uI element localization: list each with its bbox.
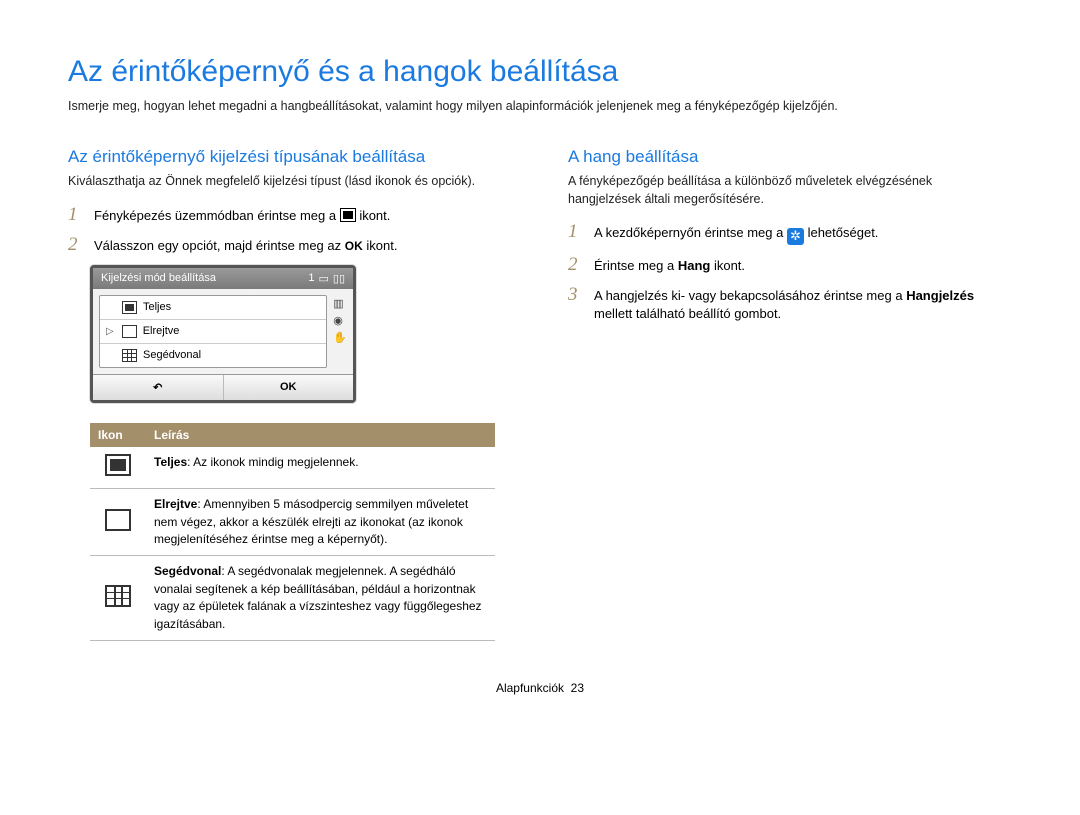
table-row: Teljes: Az ikonok mindig megjelennek. — [90, 447, 495, 489]
step-number: 2 — [68, 235, 82, 254]
page-subtitle: Ismerje meg, hogyan lehet megadni a hang… — [68, 99, 1012, 113]
footer-label: Alapfunkciók — [496, 681, 564, 695]
step-number: 3 — [568, 285, 582, 304]
left-heading: Az érintőképernyő kijelzési típusának be… — [68, 147, 508, 167]
page-footer: Alapfunkciók 23 — [68, 681, 1012, 695]
left-step-1: 1 Fényképezés üzemmódban érintse meg a i… — [68, 205, 508, 225]
row-term: Segédvonal — [154, 564, 221, 578]
left-intro: Kiválaszthatja az Önnek megfelelő kijelz… — [68, 173, 508, 191]
table-row: Segédvonal: A segédvonalak megjelennek. … — [90, 556, 495, 641]
step-text: ikont. — [366, 238, 397, 253]
step-text: A kezdőképernyőn érintse meg a — [594, 225, 787, 240]
step-text: mellett található beállító gombot. — [594, 306, 781, 321]
row-desc: : Amennyiben 5 másodpercig semmilyen műv… — [154, 497, 468, 546]
side-icon: ▥ — [333, 297, 347, 310]
back-button[interactable]: ↶ — [93, 375, 224, 400]
camera-ui-screenshot: Kijelzési mód beállítása 1 ▭ ▯▯ Teljes — [90, 265, 356, 403]
step-number: 1 — [68, 205, 82, 224]
hidden-icon — [122, 325, 137, 338]
row-term: Teljes — [154, 455, 187, 469]
display-mode-icon — [340, 208, 356, 222]
ok-button[interactable]: OK — [224, 375, 354, 400]
step-number: 2 — [568, 255, 582, 274]
row-desc: : Az ikonok mindig megjelennek. — [187, 455, 358, 469]
step-text: ikont. — [714, 258, 745, 273]
option-label: Segédvonal — [143, 349, 201, 361]
side-icon: ◉ — [333, 314, 347, 327]
option-teljes[interactable]: Teljes — [100, 296, 326, 320]
ok-icon: OK — [345, 239, 363, 253]
right-step-3: 3 A hangjelzés ki- vagy bekapcsolásához … — [568, 285, 1008, 323]
option-elrejtve[interactable]: Elrejtve — [100, 320, 326, 344]
row-term: Elrejtve — [154, 497, 197, 511]
right-step-2: 2 Érintse meg a Hang ikont. — [568, 255, 1008, 275]
step-text: ikont. — [359, 208, 390, 223]
step-text: Érintse meg a — [594, 258, 678, 273]
camera-ui-counter: 1 — [308, 272, 314, 285]
right-step-1: 1 A kezdőképernyőn érintse meg a ✲ lehet… — [568, 222, 1008, 245]
option-segedvonal[interactable]: Segédvonal — [100, 344, 326, 367]
settings-gear-icon: ✲ — [787, 228, 804, 245]
full-icon — [122, 301, 137, 314]
step-number: 1 — [568, 222, 582, 241]
hidden-icon — [105, 509, 131, 531]
option-label: Teljes — [143, 301, 171, 313]
side-icon: ✋ — [333, 331, 347, 344]
left-step-2: 2 Válasszon egy opciót, majd érintse meg… — [68, 235, 508, 255]
step-bold: Hangjelzés — [906, 288, 974, 303]
grid-icon — [122, 349, 137, 362]
battery-icon: ▯▯ — [333, 272, 345, 285]
storage-icon: ▭ — [318, 272, 328, 285]
step-text: A hangjelzés ki- vagy bekapcsolásához ér… — [594, 288, 906, 303]
step-bold: Hang — [678, 258, 711, 273]
full-icon — [105, 454, 131, 476]
step-text: Válasszon egy opciót, majd érintse meg a… — [94, 238, 345, 253]
page-number: 23 — [571, 681, 584, 695]
step-text: lehetőséget. — [808, 225, 879, 240]
right-intro: A fényképezőgép beállítása a különböző m… — [568, 173, 1008, 208]
option-label: Elrejtve — [143, 325, 180, 337]
right-column: A hang beállítása A fényképezőgép beállí… — [568, 147, 1008, 641]
page-title: Az érintőképernyő és a hangok beállítása — [68, 55, 1012, 89]
grid-icon — [105, 585, 131, 607]
step-text: Fényképezés üzemmódban érintse meg a — [94, 208, 340, 223]
table-header-icon: Ikon — [90, 423, 146, 447]
table-row: Elrejtve: Amennyiben 5 másodpercig semmi… — [90, 489, 495, 556]
icon-description-table: Ikon Leírás Teljes: Az ikonok mindig meg… — [90, 423, 495, 641]
table-header-desc: Leírás — [146, 423, 495, 447]
right-heading: A hang beállítása — [568, 147, 1008, 167]
camera-ui-title: Kijelzési mód beállítása — [101, 272, 216, 284]
left-column: Az érintőképernyő kijelzési típusának be… — [68, 147, 508, 641]
